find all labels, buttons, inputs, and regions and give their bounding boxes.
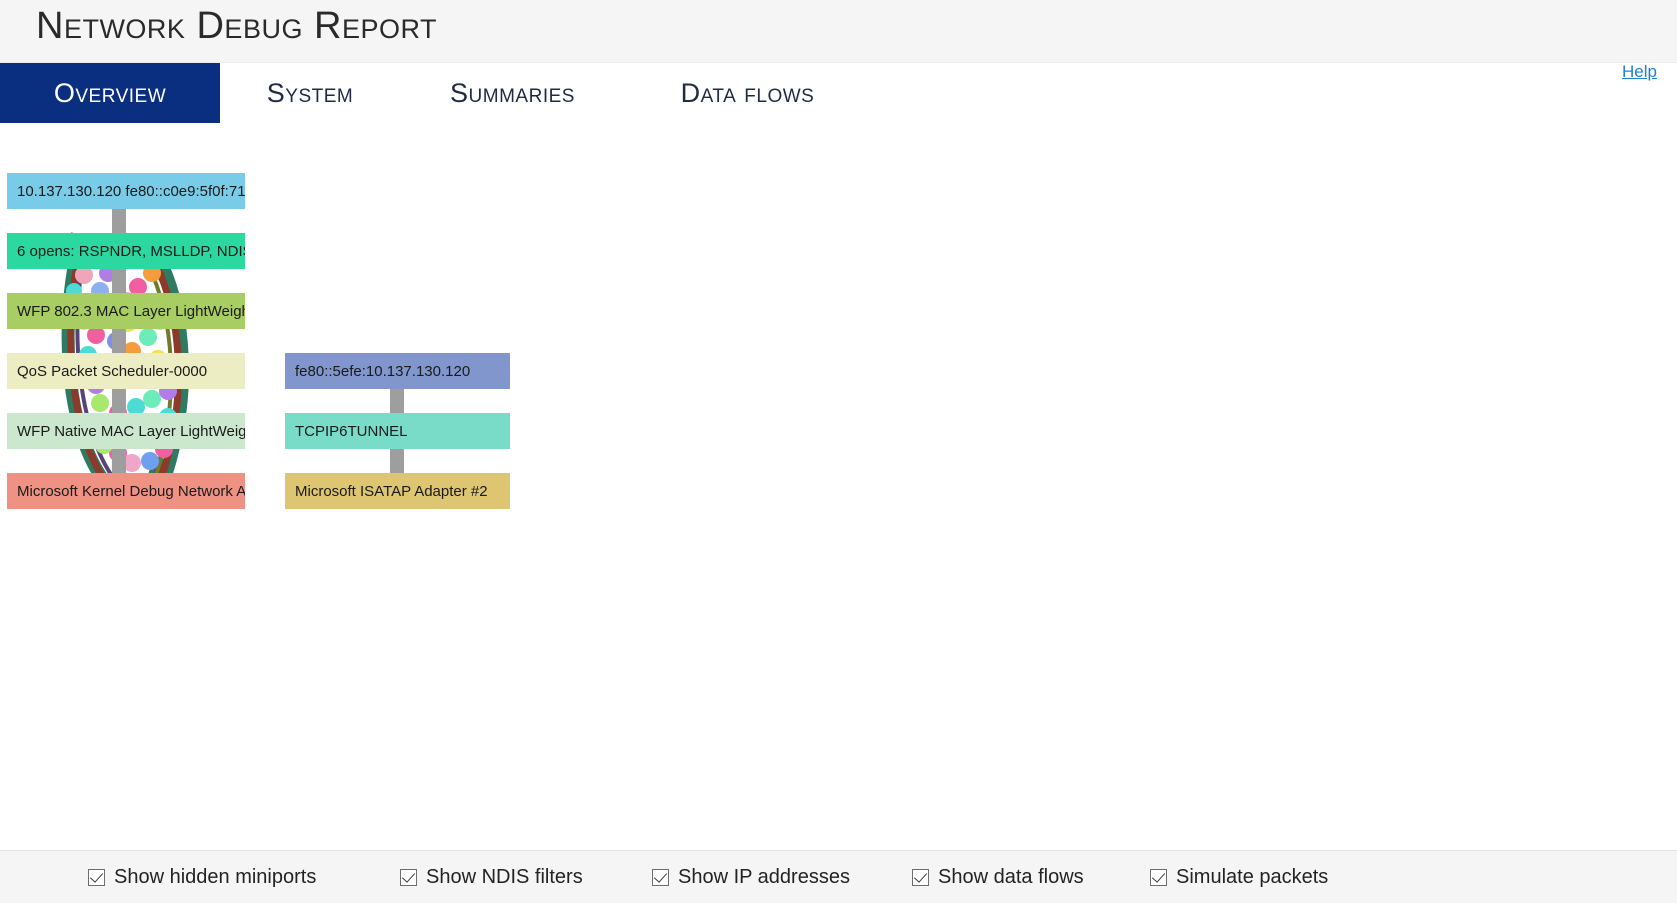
option-simulate-packets[interactable]: Simulate packets [1150,851,1328,903]
checkbox-show-ndis-filters[interactable] [400,869,417,886]
page-title: Network Debug Report [36,5,437,48]
option-label: Show IP addresses [678,866,850,889]
node-connector [112,269,126,293]
node-connector [390,449,404,473]
checkbox-show-data-flows[interactable] [912,869,929,886]
node-connector [390,389,404,413]
network-diagram-canvas[interactable]: 10.137.130.120 fe80::c0e9:5f0f:71dd:96 o… [0,123,1677,850]
tab-strip: OverviewSystemSummariesData flows [0,63,1677,123]
simulated-packet-dot [141,452,159,470]
diagram-node-isatap-adapter[interactable]: Microsoft ISATAP Adapter #2 [285,473,510,509]
option-show-hidden-miniports[interactable]: Show hidden miniports [88,851,316,903]
options-bar: Show hidden miniports Show NDIS filters Sh… [0,850,1677,903]
title-bar: Network Debug Report [0,0,1677,63]
diagram-node-ip-stack[interactable]: 10.137.130.120 fe80::c0e9:5f0f:71dd:9 [7,173,245,209]
option-show-ip-addresses[interactable]: Show IP addresses [652,851,850,903]
checkbox-show-hidden-miniports[interactable] [88,869,105,886]
node-connector [112,449,126,473]
diagram-node-tcpip6tunnel[interactable]: TCPIP6TUNNEL [285,413,510,449]
tab-system[interactable]: System [220,63,400,123]
diagram-node-protocol-opens[interactable]: 6 opens: RSPNDR, MSLLDP, NDISUIO [7,233,245,269]
diagram-node-wfp-native-mac[interactable]: WFP Native MAC Layer LightWeight [7,413,245,449]
checkbox-simulate-packets[interactable] [1150,869,1167,886]
node-connector [112,389,126,413]
help-link[interactable]: Help [1622,62,1657,82]
diagram-node-qos-scheduler[interactable]: QoS Packet Scheduler-0000 [7,353,245,389]
simulated-packet-dot [143,390,161,408]
tab-summaries[interactable]: Summaries [400,63,625,123]
simulated-packet-dot [139,328,157,346]
option-label: Show data flows [938,866,1084,889]
simulated-packet-dot [91,394,109,412]
node-connector [112,329,126,353]
option-label: Show hidden miniports [114,866,316,889]
tab-overview[interactable]: Overview [0,63,220,123]
diagram-node-isatap-ip[interactable]: fe80::5efe:10.137.130.120 [285,353,510,389]
diagram-node-wfp-8023[interactable]: WFP 802.3 MAC Layer LightWeight Fi [7,293,245,329]
option-show-ndis-filters[interactable]: Show NDIS filters [400,851,583,903]
checkbox-show-ip-addresses[interactable] [652,869,669,886]
diagram-node-kdnic-miniport[interactable]: Microsoft Kernel Debug Network Ad [7,473,245,509]
node-connector [112,209,126,233]
option-label: Show NDIS filters [426,866,583,889]
data-flow-layer [0,123,1677,850]
network-debug-report-window: Network Debug Report OverviewSystemSumma… [0,0,1677,903]
option-show-data-flows[interactable]: Show data flows [912,851,1084,903]
option-label: Simulate packets [1176,866,1328,889]
tab-data-flows[interactable]: Data flows [625,63,870,123]
